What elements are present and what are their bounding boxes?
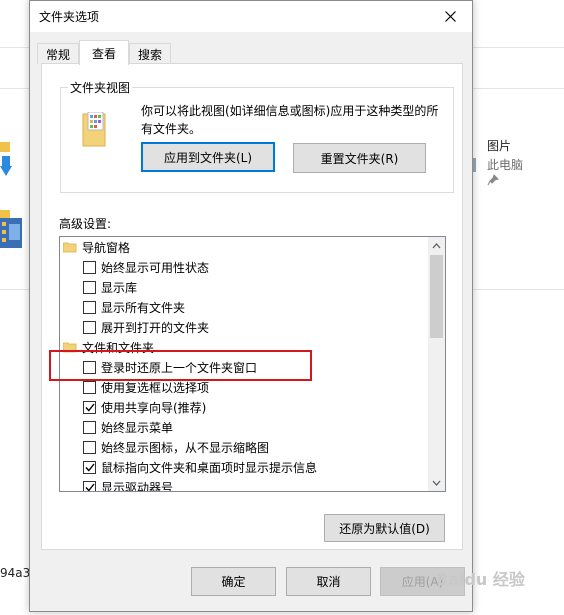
checkbox-checked[interactable]: [83, 400, 96, 414]
watermark-logo: Baidu 经验: [436, 570, 525, 589]
checkbox-unchecked[interactable]: [83, 420, 96, 434]
downloads-icon[interactable]: [0, 142, 24, 183]
tree-checkbox-option[interactable]: 始终显示可用性状态: [60, 257, 428, 277]
tree-checkbox-option[interactable]: 始终显示图标，从不显示缩略图: [60, 437, 428, 457]
tree-checkbox-option[interactable]: 展开到打开的文件夹: [60, 317, 428, 337]
tree-checkbox-option[interactable]: 显示库: [60, 277, 428, 297]
tab-search[interactable]: 搜索: [129, 43, 171, 64]
tab-general[interactable]: 常规: [37, 43, 79, 64]
tree-item-label: 显示所有文件夹: [101, 300, 186, 315]
checkmark-icon: [84, 463, 95, 472]
tree-checkbox-option[interactable]: 鼠标指向文件夹和桌面项时显示提示信息: [60, 457, 428, 477]
reset-folders-button[interactable]: 重置文件夹(R): [293, 143, 426, 173]
close-icon: [444, 11, 456, 22]
pictures-title[interactable]: 图片: [487, 137, 511, 154]
dialog-title: 文件夹选项: [39, 10, 100, 24]
tree-folder-node[interactable]: 导航窗格: [60, 237, 428, 257]
tree-checkbox-option[interactable]: 显示驱动器号: [60, 477, 428, 492]
tree-item-label: 鼠标指向文件夹和桌面项时显示提示信息: [101, 460, 318, 475]
folder-view-icon: [81, 111, 107, 151]
restore-defaults-button[interactable]: 还原为默认值(D): [324, 514, 445, 542]
checkmark-icon: [84, 403, 95, 412]
checkbox-unchecked[interactable]: [83, 300, 96, 314]
tree-item-label: 始终显示可用性状态: [101, 260, 210, 275]
tree-item-label: 显示库: [101, 280, 138, 295]
title-bar: 文件夹选项: [30, 1, 472, 32]
checkbox-unchecked[interactable]: [83, 280, 96, 294]
tree-item-label: 使用共享向导(推荐): [101, 400, 207, 415]
checkbox-checked[interactable]: [83, 460, 96, 474]
tree-item-label: 始终显示图标，从不显示缩略图: [101, 440, 270, 455]
tree-checkbox-option[interactable]: 始终显示菜单: [60, 417, 428, 437]
folder-icon: [63, 242, 77, 252]
tree-item-label: 导航窗格: [82, 240, 131, 255]
scroll-down-arrow-icon[interactable]: [428, 474, 445, 491]
videos-icon[interactable]: [0, 210, 24, 253]
pin-icon[interactable]: [487, 174, 499, 189]
scroll-up-arrow-icon[interactable]: [428, 237, 445, 254]
checkbox-unchecked[interactable]: [83, 260, 96, 274]
advanced-settings-label: 高级设置:: [59, 217, 112, 231]
scrollbar-thumb[interactable]: [430, 255, 443, 338]
apply-to-folders-button[interactable]: 应用到文件夹(L): [141, 142, 275, 172]
tree-checkbox-option[interactable]: 使用共享向导(推荐): [60, 397, 428, 417]
tree-item-label: 始终显示菜单: [101, 420, 174, 435]
checkbox-unchecked[interactable]: [83, 320, 96, 334]
vertical-scrollbar[interactable]: [428, 237, 445, 491]
partial-filename: 94a3: [0, 566, 31, 580]
cancel-button[interactable]: 取消: [286, 567, 371, 596]
tree-item-label: 显示驱动器号: [101, 480, 174, 492]
folder-views-description: 你可以将此视图(如详细信息或图标)应用于这种类型的所有文件夹。: [141, 104, 439, 136]
close-button[interactable]: [428, 1, 472, 32]
tree-item-label: 展开到打开的文件夹: [101, 320, 210, 335]
tab-view[interactable]: 查看: [79, 40, 129, 65]
view-tab-panel: 文件夹视图 你可以将此视图(如详细信息或图标)应用于这种类型的所有文件夹。 应用…: [41, 63, 463, 550]
highlight-box: [49, 350, 312, 381]
folder-views-group: 文件夹视图 你可以将此视图(如详细信息或图标)应用于这种类型的所有文件夹。 应用…: [60, 79, 454, 193]
folder-options-dialog: 文件夹选项 常规 查看 搜索 文件夹视图 你可以将此视图(如详细信息或图标)应用…: [29, 0, 473, 612]
ok-button[interactable]: 确定: [191, 567, 276, 596]
checkbox-checked[interactable]: [83, 480, 96, 491]
tree-item-label: 使用复选框以选择项: [101, 380, 210, 395]
checkmark-icon: [84, 483, 95, 491]
folder-views-label: 文件夹视图: [68, 79, 133, 96]
checkbox-unchecked[interactable]: [83, 380, 96, 394]
tree-checkbox-option[interactable]: 显示所有文件夹: [60, 297, 428, 317]
checkbox-unchecked[interactable]: [83, 440, 96, 454]
pictures-subtitle: 此电脑: [487, 158, 524, 172]
